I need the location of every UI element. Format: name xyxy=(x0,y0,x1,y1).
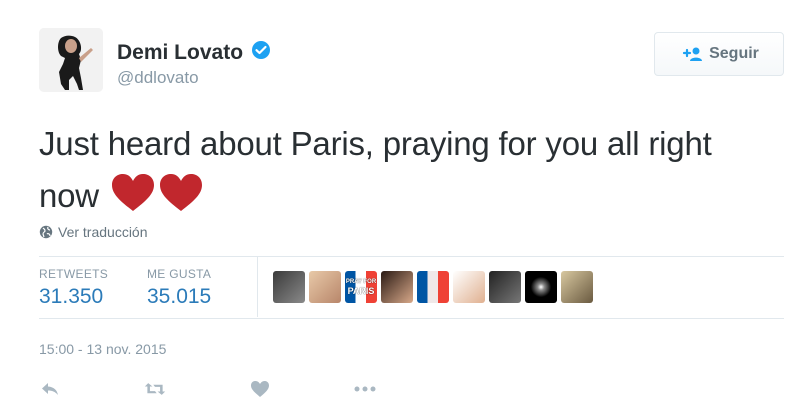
liker-avatar[interactable]: PRAY FOR PARIS xyxy=(345,271,377,303)
paris-text: PARIS xyxy=(347,286,375,296)
liker-avatar[interactable] xyxy=(489,271,521,303)
retweet-icon xyxy=(144,383,166,395)
like-button[interactable] xyxy=(249,376,271,402)
red-heart-emoji-icon xyxy=(158,173,204,228)
liker-avatar[interactable] xyxy=(273,271,305,303)
liker-avatar[interactable] xyxy=(417,271,449,303)
verified-badge-icon xyxy=(251,40,271,65)
user-avatar[interactable] xyxy=(39,28,103,92)
tweet-stats: RETWEETS 31.350 ME GUSTA 35.015 PRAY FOR… xyxy=(39,257,784,317)
liker-avatars: PRAY FOR PARIS xyxy=(273,271,593,303)
user-full-name[interactable]: Demi Lovato xyxy=(117,41,243,65)
reply-icon xyxy=(42,383,58,395)
more-button[interactable] xyxy=(354,376,376,402)
liker-avatar[interactable] xyxy=(453,271,485,303)
add-user-icon xyxy=(682,47,703,61)
tweet-header: Demi Lovato @ddlovato Seguir xyxy=(39,28,784,100)
liker-avatar[interactable] xyxy=(525,271,557,303)
stats-divider xyxy=(257,257,258,317)
likes-count: 35.015 xyxy=(147,285,212,308)
retweets-label: RETWEETS xyxy=(39,267,109,281)
likes-label: ME GUSTA xyxy=(147,267,212,281)
liker-avatar[interactable] xyxy=(561,271,593,303)
follow-button[interactable]: Seguir xyxy=(654,32,784,76)
reply-button[interactable] xyxy=(39,376,61,402)
red-heart-emoji-icon xyxy=(110,173,156,228)
tweet-timestamp[interactable]: 15:00 - 13 nov. 2015 xyxy=(39,341,166,357)
divider xyxy=(39,318,784,319)
retweet-button[interactable] xyxy=(144,376,166,402)
retweets-stat[interactable]: RETWEETS 31.350 xyxy=(39,267,108,309)
user-screen-name[interactable]: @ddlovato xyxy=(117,68,271,88)
retweets-count: 31.350 xyxy=(39,285,104,308)
tweet-text: Just heard about Paris, praying for you … xyxy=(39,118,759,228)
more-icon xyxy=(354,386,376,392)
translate-link[interactable]: Ver traducción xyxy=(39,224,148,240)
tweet-actions xyxy=(39,376,459,402)
liker-avatar[interactable] xyxy=(381,271,413,303)
likes-stat[interactable]: ME GUSTA 35.015 xyxy=(147,267,211,309)
globe-icon xyxy=(39,225,53,239)
liker-avatar[interactable] xyxy=(309,271,341,303)
follow-button-label: Seguir xyxy=(709,45,759,62)
like-icon xyxy=(251,381,269,397)
translate-label: Ver traducción xyxy=(58,224,148,240)
